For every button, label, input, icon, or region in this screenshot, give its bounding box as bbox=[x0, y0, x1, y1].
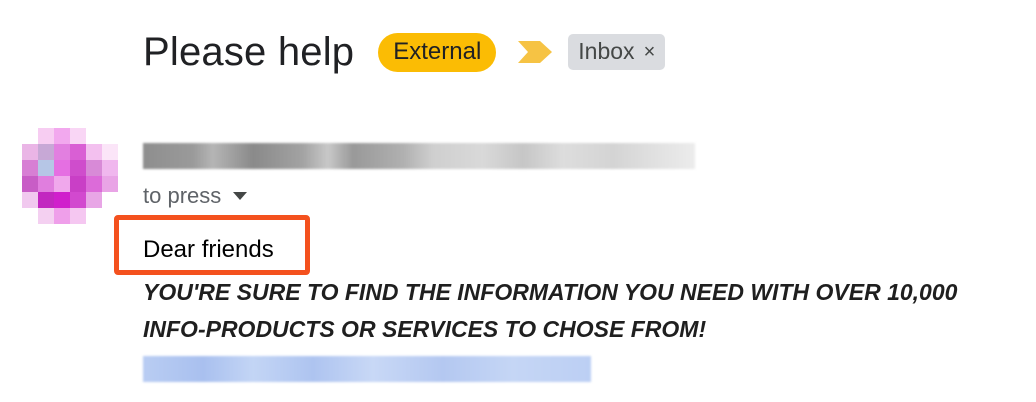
external-badge: External bbox=[378, 32, 497, 72]
email-subject: Please help bbox=[143, 29, 355, 74]
link-redacted[interactable] bbox=[143, 356, 591, 382]
email-body-text: YOU'RE SURE TO FIND THE INFORMATION YOU … bbox=[143, 279, 958, 342]
close-icon[interactable]: × bbox=[644, 42, 656, 62]
inbox-label-text: Inbox bbox=[578, 38, 635, 64]
email-view: Please help External Inbox × to press De… bbox=[0, 0, 1036, 402]
recipient-details-toggle[interactable]: to press bbox=[143, 182, 248, 210]
email-greeting: Dear friends bbox=[143, 236, 274, 263]
inbox-label[interactable]: Inbox × bbox=[568, 34, 666, 70]
importance-marker-icon[interactable] bbox=[518, 41, 553, 63]
sender-name-redacted bbox=[143, 143, 695, 169]
subject-row: Please help External Inbox × bbox=[143, 24, 666, 80]
caret-down-icon[interactable] bbox=[233, 192, 248, 200]
recipient-text: to press bbox=[143, 183, 222, 208]
avatar[interactable] bbox=[22, 128, 118, 224]
